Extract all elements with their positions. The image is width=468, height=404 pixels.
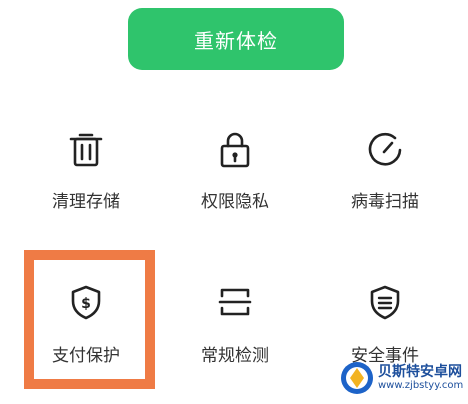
watermark-logo-icon [341, 362, 373, 394]
recheck-button[interactable]: 重新体检 [128, 8, 344, 70]
watermark-brand: 贝斯特安卓网 [378, 363, 462, 380]
tool-clean-storage[interactable]: 清理存储 [26, 132, 146, 252]
recheck-button-label: 重新体检 [194, 28, 278, 53]
tool-permission-privacy[interactable]: 权限隐私 [175, 132, 295, 252]
tool-routine-check[interactable]: 常规检测 [175, 284, 295, 404]
lock-icon [220, 132, 250, 168]
watermark-url: www.zjbstyy.com [378, 380, 464, 392]
tool-label: 清理存储 [52, 192, 120, 212]
tool-label: 病毒扫描 [351, 192, 419, 212]
trash-icon [69, 133, 103, 167]
tool-virus-scan[interactable]: 病毒扫描 [325, 132, 445, 252]
scan-frame-icon [218, 288, 252, 316]
highlight-box [24, 250, 155, 389]
shield-list-icon [370, 285, 400, 320]
scan-gauge-icon [368, 132, 402, 166]
tool-label: 权限隐私 [201, 192, 269, 212]
watermark: 贝斯特安卓网 www.zjbstyy.com [340, 356, 468, 400]
tool-label: 常规检测 [201, 346, 269, 366]
